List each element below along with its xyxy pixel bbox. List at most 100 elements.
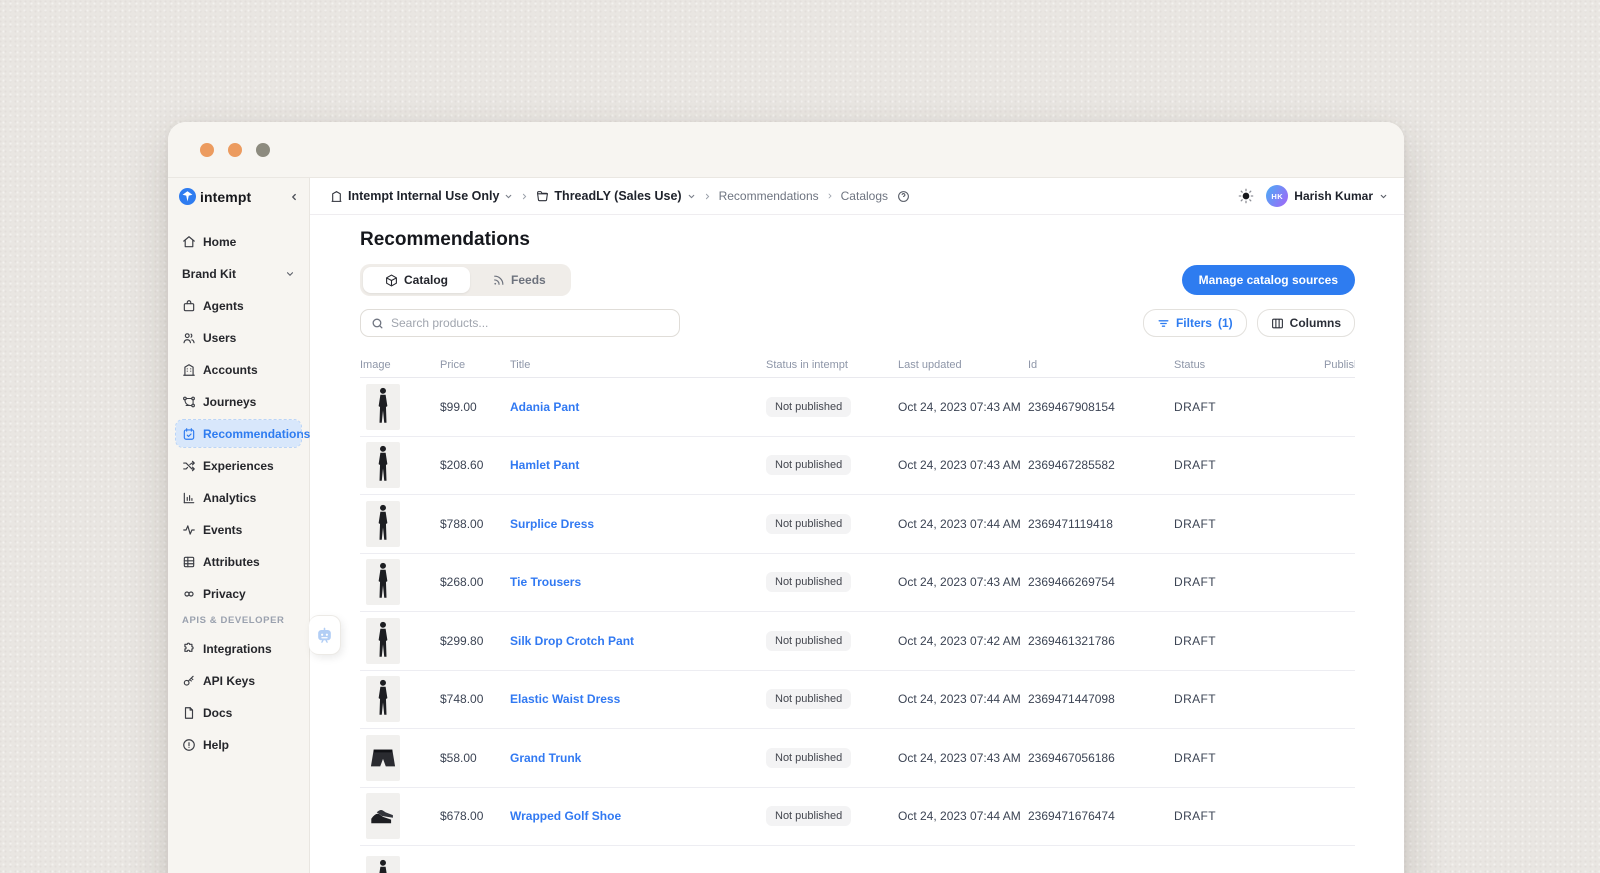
tab-label: Feeds <box>511 273 546 287</box>
product-thumbnail <box>366 735 400 781</box>
table-row: $299.80Silk Drop Crotch PantNot publishe… <box>360 612 1355 671</box>
sidebar-item-help[interactable]: Help <box>176 731 301 758</box>
window-control-dot-2[interactable] <box>228 143 242 157</box>
sidebar-item-users[interactable]: Users <box>176 324 301 351</box>
table-row: $58.00Grand TrunkNot publishedOct 24, 20… <box>360 729 1355 788</box>
product-status: DRAFT <box>1174 400 1324 414</box>
sidebar-item-recommendations[interactable]: Recommendations <box>176 420 301 447</box>
product-title-link[interactable]: Elastic Waist Dress <box>510 692 620 706</box>
chevron-right-icon <box>703 192 712 201</box>
breadcrumb: Intempt Internal Use Only ThreadLY (Sale… <box>310 178 1404 215</box>
product-price: $268.00 <box>440 575 510 589</box>
intempt-logo[interactable]: intempt <box>179 188 251 205</box>
product-title-link[interactable]: Wrapped Golf Shoe <box>510 809 621 823</box>
table-row: $208.60Hamlet PantNot publishedOct 24, 2… <box>360 437 1355 496</box>
accounts-icon <box>182 363 196 377</box>
table-row: $678.00Wrapped Golf ShoeNot publishedOct… <box>360 788 1355 847</box>
tab-catalog[interactable]: Catalog <box>363 267 470 293</box>
filters-count: (1) <box>1218 316 1233 330</box>
status-badge: Not published <box>766 455 851 475</box>
manage-catalog-sources-button[interactable]: Manage catalog sources <box>1182 265 1355 295</box>
last-updated: Oct 24, 2023 07:42 AM <box>898 634 1028 648</box>
sidebar-item-home[interactable]: Home <box>176 228 301 255</box>
window-control-dot-3[interactable] <box>256 143 270 157</box>
sidebar-item-agents[interactable]: Agents <box>176 292 301 319</box>
sidebar-item-events[interactable]: Events <box>176 516 301 543</box>
events-icon <box>182 523 196 537</box>
status-badge: Not published <box>766 572 851 592</box>
sidebar-item-api-keys[interactable]: API Keys <box>176 667 301 694</box>
product-title-link[interactable]: Grand Trunk <box>510 751 581 765</box>
tab-label: Catalog <box>404 273 448 287</box>
window-titlebar <box>168 122 1404 178</box>
product-price: $788.00 <box>440 517 510 531</box>
filters-button[interactable]: Filters (1) <box>1143 309 1247 337</box>
product-status: DRAFT <box>1174 809 1324 823</box>
sidebar-item-brand-kit[interactable]: Brand Kit <box>176 260 301 287</box>
product-id: 2369466269754 <box>1028 575 1174 589</box>
column-header-last-updated: Last updated <box>898 359 1028 371</box>
theme-toggle-icon[interactable] <box>1238 188 1254 204</box>
ai-assistant-button[interactable] <box>309 615 341 655</box>
sidebar-item-label: Integrations <box>203 642 272 656</box>
sidebar-item-analytics[interactable]: Analytics <box>176 484 301 511</box>
org-name: Intempt Internal Use Only <box>348 189 499 203</box>
sidebar-item-integrations[interactable]: Integrations <box>176 635 301 662</box>
recommendations-icon <box>182 427 196 441</box>
robot-icon <box>315 626 334 645</box>
brand-name: intempt <box>200 189 251 205</box>
sidebar-item-label: Docs <box>203 706 232 720</box>
product-title-link[interactable]: Silk Drop Crotch Pant <box>510 634 634 648</box>
status-badge: Not published <box>766 689 851 709</box>
chevron-down-icon <box>504 192 513 201</box>
chevron-right-icon <box>826 192 834 200</box>
table-header-row: ImagePriceTitleStatus in intemptLast upd… <box>360 352 1355 378</box>
last-updated: Oct 24, 2023 07:44 AM <box>898 692 1028 706</box>
chevron-down-icon <box>1379 192 1388 201</box>
sidebar-item-label: Agents <box>203 299 244 313</box>
sidebar-collapse-button[interactable] <box>289 192 299 202</box>
product-status: DRAFT <box>1174 575 1324 589</box>
sidebar-section-label: APIS & DEVELOPER <box>182 615 301 626</box>
sidebar-item-label: API Keys <box>203 674 255 688</box>
org-switcher[interactable]: Intempt Internal Use Only <box>330 189 513 203</box>
catalog-feeds-tabs: Catalog Feeds <box>360 264 571 296</box>
product-thumbnail <box>366 856 400 873</box>
product-title-link[interactable]: Adania Pant <box>510 400 579 414</box>
sidebar-item-label: Users <box>203 331 236 345</box>
window-control-dot-1[interactable] <box>200 143 214 157</box>
product-thumbnail <box>366 501 400 547</box>
column-header-status: Status <box>1174 359 1324 371</box>
product-thumbnail <box>366 559 400 605</box>
status-badge: Not published <box>766 806 851 826</box>
product-id: 2369467056186 <box>1028 751 1174 765</box>
sidebar-item-label: Experiences <box>203 459 274 473</box>
product-title-link[interactable]: Surplice Dress <box>510 517 594 531</box>
sidebar-item-label: Events <box>203 523 242 537</box>
sidebar-item-privacy[interactable]: Privacy <box>176 580 301 607</box>
sidebar-item-experiences[interactable]: Experiences <box>176 452 301 479</box>
product-thumbnail <box>366 676 400 722</box>
sidebar-item-docs[interactable]: Docs <box>176 699 301 726</box>
product-title-link[interactable]: Tie Trousers <box>510 575 581 589</box>
help-circle-icon[interactable] <box>897 190 910 203</box>
table-row <box>360 846 1355 873</box>
sidebar-item-journeys[interactable]: Journeys <box>176 388 301 415</box>
sidebar-item-attributes[interactable]: Attributes <box>176 548 301 575</box>
project-switcher[interactable]: ThreadLY (Sales Use) <box>536 189 695 203</box>
product-id: 2369471676474 <box>1028 809 1174 823</box>
tab-feeds[interactable]: Feeds <box>470 267 568 293</box>
product-price: $299.80 <box>440 634 510 648</box>
search-input[interactable] <box>391 316 669 330</box>
sidebar-item-label: Analytics <box>203 491 256 505</box>
breadcrumb-recommendations[interactable]: Recommendations <box>719 189 819 203</box>
sidebar-item-accounts[interactable]: Accounts <box>176 356 301 383</box>
breadcrumb-catalogs[interactable]: Catalogs <box>841 189 888 203</box>
columns-button[interactable]: Columns <box>1257 309 1355 337</box>
last-updated: Oct 24, 2023 07:43 AM <box>898 575 1028 589</box>
product-id: 2369471119418 <box>1028 517 1174 531</box>
last-updated: Oct 24, 2023 07:43 AM <box>898 400 1028 414</box>
user-menu[interactable]: HK Harish Kumar <box>1266 185 1388 207</box>
product-title-link[interactable]: Hamlet Pant <box>510 458 579 472</box>
chevron-down-icon <box>285 269 295 279</box>
